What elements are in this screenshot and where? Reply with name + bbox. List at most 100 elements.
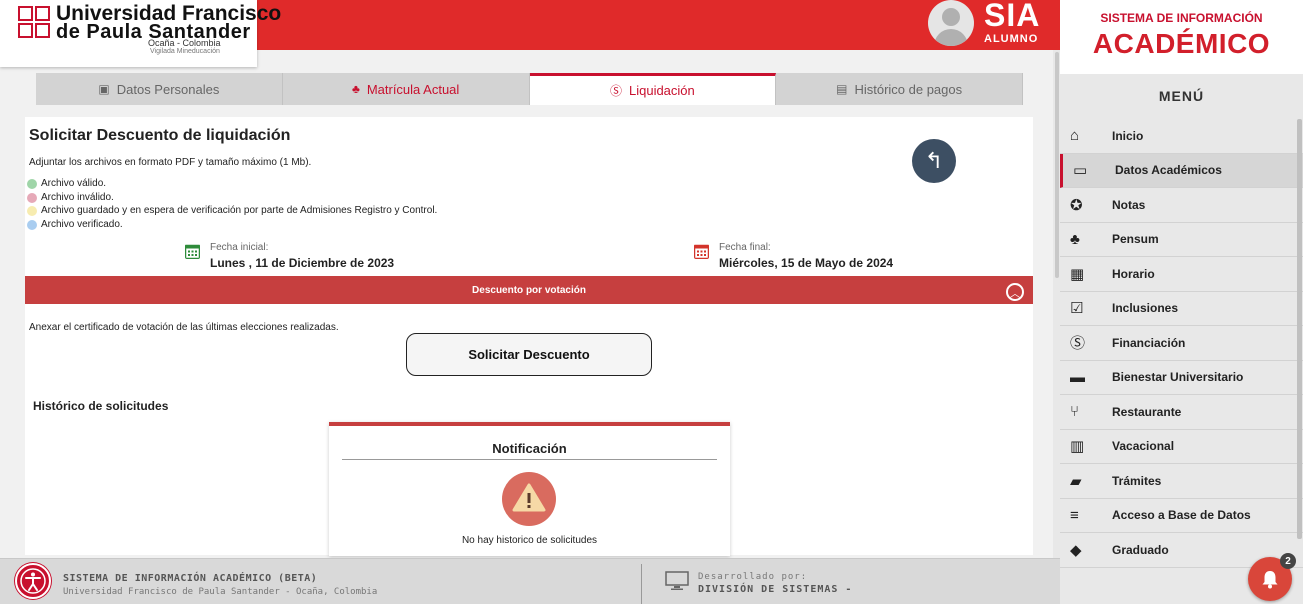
medal-icon: ✪ [1070, 196, 1083, 214]
home-icon: ⌂ [1070, 127, 1080, 145]
menu-label: Inclusiones [1112, 301, 1179, 316]
yellow-dot-icon [27, 205, 37, 216]
menu-item-financiacion[interactable]: Ⓢ Financiación [1060, 326, 1303, 361]
return-arrow-icon: ↰ [924, 148, 944, 173]
sia-subtitle: ALUMNO [984, 33, 1039, 45]
blue-dot-icon [27, 219, 37, 230]
graduation-cap-icon: ◆ [1070, 541, 1082, 559]
request-discount-button[interactable]: Solicitar Descuento [406, 333, 652, 376]
footer-divider [641, 564, 642, 604]
menu-label: Pensum [1112, 232, 1159, 247]
notification-message: No hay historico de solicitudes [461, 535, 598, 546]
tab-datos-personales[interactable]: ▣ Datos Personales [36, 73, 283, 105]
notification-count-badge: 2 [1280, 553, 1296, 569]
checkbox-icon: ☑ [1070, 300, 1084, 318]
menu-list: ⌂ Inicio ▭ Datos Académicos ✪ Notas ♣ Pe… [1060, 119, 1303, 568]
legend-label: Archivo válido. [41, 178, 107, 189]
sia-title: SIA [984, 0, 1041, 33]
menu-item-pensum[interactable]: ♣ Pensum [1060, 223, 1303, 257]
annex-instructions: Anexar el certificado de votación de las… [29, 322, 339, 333]
tab-label: Histórico de pagos [854, 81, 963, 97]
menu-label: Notas [1112, 197, 1146, 212]
menu-item-base-datos[interactable]: ≡ Acceso a Base de Datos [1060, 499, 1303, 533]
dollar-circle-icon: Ⓢ [1070, 335, 1086, 353]
main-scrollbar-thumb[interactable] [1055, 52, 1059, 278]
folder-icon: ▰ [1070, 472, 1082, 490]
sidebar-scrollbar[interactable] [1297, 119, 1302, 539]
university-logo[interactable]: Universidad Francisco de Paula Santander… [0, 0, 281, 67]
upload-instructions: Adjuntar los archivos en formato PDF y t… [29, 157, 312, 168]
chevron-up-icon[interactable]: ︿ [1006, 283, 1024, 301]
menu-item-bienestar[interactable]: ▬ Bienestar Universitario [1060, 361, 1303, 395]
calendar-icon [185, 244, 200, 259]
calendar-icon: ▦ [1070, 265, 1085, 283]
menu-label: Restaurante [1112, 404, 1182, 419]
legend-pending: Archivo guardado y en espera de verifica… [27, 205, 437, 216]
ledger-icon: ▤ [836, 82, 848, 96]
menu-label: Horario [1112, 266, 1155, 281]
accessibility-icon [20, 568, 46, 594]
start-date-label: Fecha inicial: [210, 242, 269, 253]
menu-item-inclusiones[interactable]: ☑ Inclusiones [1060, 292, 1303, 326]
start-date-value: Lunes , 11 de Diciembre de 2023 [210, 256, 395, 270]
org-chart-icon: ♣ [351, 82, 360, 96]
menu-label: Datos Académicos [1115, 163, 1222, 178]
menu-item-horario[interactable]: ▦ Horario [1060, 257, 1303, 292]
legend-label: Archivo guardado y en espera de verifica… [41, 205, 438, 216]
tab-label: Matrícula Actual [366, 81, 460, 97]
history-title: Histórico de solicitudes [33, 399, 169, 413]
menu-item-restaurante[interactable]: ⑂ Restaurante [1060, 395, 1303, 430]
id-card-icon: ▣ [98, 82, 110, 96]
green-dot-icon [27, 178, 37, 189]
section-title: Descuento por votación [472, 284, 586, 296]
sidebar-header: SISTEMA DE INFORMACIÓN ACADÉMICO [1060, 0, 1303, 74]
briefcase-icon: ▬ [1070, 368, 1085, 386]
legend-verified: Archivo verificado. [27, 219, 123, 230]
section-header-descuento-votacion[interactable]: Descuento por votación [25, 276, 1033, 304]
tab-liquidacion[interactable]: Ⓢ Liquidación [529, 73, 777, 105]
developer-label: Desarrollado por: [698, 572, 808, 582]
dollar-circle-icon: Ⓢ [609, 84, 622, 98]
sidebar: SISTEMA DE INFORMACIÓN ACADÉMICO MENÚ ⌂ … [1060, 0, 1303, 604]
user-avatar[interactable] [928, 0, 974, 46]
system-label: SISTEMA DE INFORMACIÓN [1100, 11, 1263, 25]
monitor-icon [665, 571, 689, 590]
notification-title: Notificación [492, 441, 567, 456]
end-date-value: Miércoles, 15 de Mayo de 2024 [719, 256, 894, 270]
menu-label: Financiación [1112, 335, 1186, 350]
menu-label: Graduado [1112, 542, 1169, 557]
logo-line-3: Ocaña - Colombia [148, 38, 221, 48]
footer-subtitle: Universidad Francisco de Paula Santander… [63, 587, 378, 597]
warning-icon [502, 472, 556, 526]
pink-dot-icon [27, 192, 37, 203]
end-date-label: Fecha final: [719, 242, 771, 253]
menu-item-tramites[interactable]: ▰ Trámites [1060, 464, 1303, 499]
back-button[interactable]: ↰ [912, 139, 956, 183]
utensils-icon: ⑂ [1070, 403, 1080, 421]
database-icon: ≡ [1070, 506, 1079, 524]
menu-item-inicio[interactable]: ⌂ Inicio [1060, 119, 1303, 154]
tab-bar: ▣ Datos Personales ♣ Matrícula Actual Ⓢ … [36, 73, 1023, 105]
menu-title: MENÚ [1158, 88, 1205, 104]
legend-invalid: Archivo inválido. [27, 192, 114, 203]
tab-label: Datos Personales [116, 81, 220, 97]
legend-label: Archivo verificado. [41, 219, 123, 230]
menu-label: Inicio [1112, 128, 1144, 143]
menu-label: Bienestar Universitario [1112, 370, 1244, 385]
menu-item-vacacional[interactable]: ▥ Vacacional [1060, 430, 1303, 464]
books-icon: ▥ [1070, 438, 1085, 456]
page-title: Solicitar Descuento de liquidación [29, 127, 291, 144]
tab-historico-pagos[interactable]: ▤ Histórico de pagos [776, 73, 1023, 105]
notification-card: Notificación No hay historico de solicit… [329, 422, 730, 556]
footer-title: SISTEMA DE INFORMACIÓN ACADÉMICO (BETA) [63, 573, 318, 584]
tab-matricula-actual[interactable]: ♣ Matrícula Actual [282, 73, 530, 105]
menu-label: Trámites [1112, 473, 1162, 488]
developer-value: DIVISIÓN DE SISTEMAS - [698, 584, 853, 595]
menu-item-notas[interactable]: ✪ Notas [1060, 188, 1303, 223]
notification-divider [342, 459, 717, 460]
menu-label: Vacacional [1112, 439, 1175, 454]
menu-item-datos-academicos[interactable]: ▭ Datos Académicos [1060, 153, 1303, 188]
legend-valid: Archivo válido. [27, 178, 106, 189]
legend-label: Archivo inválido. [41, 192, 114, 203]
accessibility-button[interactable] [15, 563, 51, 599]
